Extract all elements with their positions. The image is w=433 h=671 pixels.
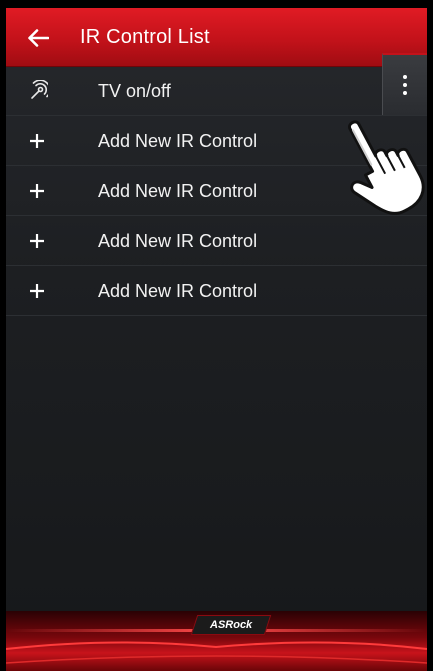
brand-logo: ASRock [190, 615, 272, 635]
app-bar: IR Control List [6, 8, 427, 67]
footer-decoration [6, 641, 427, 664]
list-item-add-new[interactable]: Add New IR Control [6, 216, 427, 266]
list-item-label: TV on/off [98, 81, 171, 101]
plus-icon [24, 228, 50, 254]
brand-footer: ASRock [6, 611, 427, 671]
list-item-label: Add New IR Control [98, 181, 258, 201]
list-item-add-new[interactable]: Add New IR Control [6, 266, 427, 316]
app-screen: IR Control List TV on/off Add New IR Con… [6, 8, 427, 671]
brand-logo-text: ASRock [209, 619, 253, 631]
plus-icon [24, 278, 50, 304]
plus-icon [24, 128, 50, 154]
more-vertical-icon [403, 75, 407, 95]
plus-icon [24, 178, 50, 204]
arrow-left-icon [28, 29, 49, 47]
list-item-label: Add New IR Control [98, 131, 258, 151]
remote-signal-icon [24, 78, 50, 104]
page-title: IR Control List [80, 26, 210, 48]
list-item-label: Add New IR Control [98, 281, 258, 301]
back-button[interactable] [24, 24, 52, 52]
hand-pointer-icon [348, 120, 425, 215]
list-item-label: Add New IR Control [98, 231, 258, 251]
